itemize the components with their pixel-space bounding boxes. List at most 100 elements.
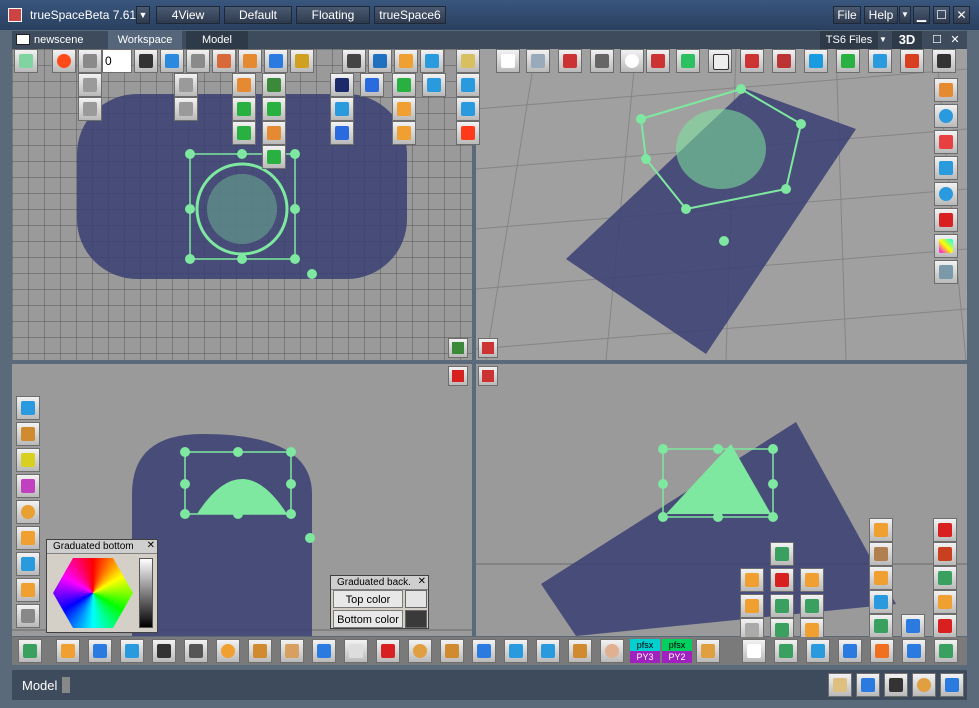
no-render-icon[interactable]	[934, 208, 958, 232]
paint-bucket-icon[interactable]	[16, 396, 40, 420]
sweep-icon[interactable]	[770, 594, 794, 618]
tools-icon[interactable]	[16, 604, 40, 628]
bottom-color-swatch[interactable]	[405, 610, 427, 628]
orange-box-icon-2[interactable]	[392, 121, 416, 145]
layout-tab-4view[interactable]: 4View	[156, 6, 220, 24]
frame-spin-icon[interactable]	[134, 49, 158, 73]
pointer-icon[interactable]	[742, 639, 766, 663]
rewind-icon[interactable]	[78, 73, 102, 97]
deform-icon[interactable]	[869, 566, 893, 590]
four-view-icon[interactable]	[708, 49, 732, 73]
crosshair-icon[interactable]	[262, 97, 286, 121]
heart-icon[interactable]	[344, 639, 368, 663]
recycle-icon[interactable]	[18, 639, 42, 663]
knife-green-icon[interactable]	[800, 594, 824, 618]
axes-icon[interactable]	[496, 49, 520, 73]
bevel-icon[interactable]	[770, 568, 794, 592]
cube-blue-icon[interactable]	[420, 49, 444, 73]
x-axis-icon[interactable]	[836, 49, 860, 73]
link-icon[interactable]	[238, 49, 262, 73]
orange-cube-small-icon[interactable]	[933, 590, 957, 614]
help-menu[interactable]: Help	[864, 6, 898, 24]
ts6-files-dropdown[interactable]: ▼	[878, 31, 888, 49]
brightness-slider[interactable]	[139, 558, 153, 628]
spoon-icon[interactable]	[440, 639, 464, 663]
green-cube-icon[interactable]	[392, 73, 416, 97]
box-tool-icon[interactable]	[770, 542, 794, 566]
z-axis-icon[interactable]	[900, 49, 924, 73]
lamp-icon[interactable]	[88, 639, 112, 663]
rotate-icon[interactable]	[232, 73, 256, 97]
floor-grid-icon[interactable]	[806, 639, 830, 663]
view-mode-3d[interactable]: 3D	[892, 31, 922, 49]
palette-icon[interactable]	[934, 260, 958, 284]
water-icon[interactable]	[472, 639, 496, 663]
file-menu[interactable]: File	[833, 6, 861, 24]
step-forward-icon[interactable]	[174, 97, 198, 121]
dropper-icon[interactable]	[16, 552, 40, 576]
view-home-icon-2[interactable]	[478, 366, 498, 386]
snake-icon[interactable]	[232, 97, 256, 121]
step-back-icon[interactable]	[78, 97, 102, 121]
tab-workspace[interactable]: Workspace	[108, 31, 182, 49]
home-icon[interactable]	[740, 49, 764, 73]
grid-delete-icon[interactable]	[933, 614, 957, 638]
forward-end-icon[interactable]	[186, 49, 210, 73]
axis-tripod-icon[interactable]	[804, 49, 828, 73]
library-icon[interactable]	[212, 49, 236, 73]
perspective-cube-icon[interactable]	[932, 49, 956, 73]
list-icon[interactable]	[456, 73, 480, 97]
net-icon[interactable]	[248, 639, 272, 663]
render-scene-icon[interactable]	[940, 673, 964, 697]
grid-render-icon[interactable]	[856, 673, 880, 697]
paint-pen-icon[interactable]	[312, 639, 336, 663]
brush-icon[interactable]	[869, 518, 893, 542]
fur-icon[interactable]	[869, 542, 893, 566]
hand-icon[interactable]	[696, 639, 720, 663]
sphere-color-icon[interactable]	[16, 500, 40, 524]
paint-icon[interactable]	[290, 49, 314, 73]
fast-forward-icon[interactable]	[174, 73, 198, 97]
anvil-icon[interactable]	[342, 49, 366, 73]
bicycle-icon[interactable]	[184, 639, 208, 663]
hammer-icon[interactable]	[330, 121, 354, 145]
curve-icon[interactable]	[232, 121, 256, 145]
swatch-icon[interactable]	[934, 78, 958, 102]
magnet-icon[interactable]	[902, 639, 926, 663]
play-icon[interactable]	[160, 49, 184, 73]
solid-cube-icon[interactable]	[646, 49, 670, 73]
figure-icon[interactable]	[262, 121, 286, 145]
lathe-icon[interactable]	[740, 594, 764, 618]
cube-orange-icon[interactable]	[394, 49, 418, 73]
wireframe-icon[interactable]	[368, 49, 392, 73]
top-color-button[interactable]: Top color	[333, 590, 403, 608]
bottom-color-button[interactable]: Bottom color	[333, 610, 403, 628]
ground-grid-icon[interactable]	[526, 49, 550, 73]
magic-wand-icon[interactable]	[262, 73, 286, 97]
arrow-pick-icon[interactable]	[376, 639, 400, 663]
frame-field[interactable]	[102, 49, 132, 73]
minimize-button[interactable]: ▁	[913, 6, 930, 24]
pencil-icon[interactable]	[262, 145, 286, 169]
graduated-back-close-icon[interactable]: ✕	[418, 576, 426, 587]
cone-icon[interactable]	[16, 474, 40, 498]
smooth-icon[interactable]	[800, 568, 824, 592]
cube-bottom-icon[interactable]	[56, 639, 80, 663]
xgrid-icon[interactable]	[933, 566, 957, 590]
reshape-icon[interactable]	[264, 49, 288, 73]
graduated-bottom-close-icon[interactable]: ✕	[147, 540, 155, 551]
knife-icon[interactable]	[590, 49, 614, 73]
view-top-nav-icon[interactable]	[448, 338, 468, 358]
bricks-icon[interactable]	[933, 542, 957, 566]
bones-icon[interactable]	[120, 639, 144, 663]
chain-icon[interactable]	[280, 639, 304, 663]
color-hexagon-picker[interactable]	[53, 558, 133, 628]
spheres-icon[interactable]	[16, 448, 40, 472]
record-icon[interactable]	[52, 49, 76, 73]
rings-icon[interactable]	[901, 614, 925, 638]
points-icon[interactable]	[869, 614, 893, 638]
blue-box-icon[interactable]	[330, 97, 354, 121]
doc-red-icon[interactable]	[456, 121, 480, 145]
viewport-perspective[interactable]	[476, 49, 967, 360]
select-object-icon[interactable]	[14, 49, 38, 73]
